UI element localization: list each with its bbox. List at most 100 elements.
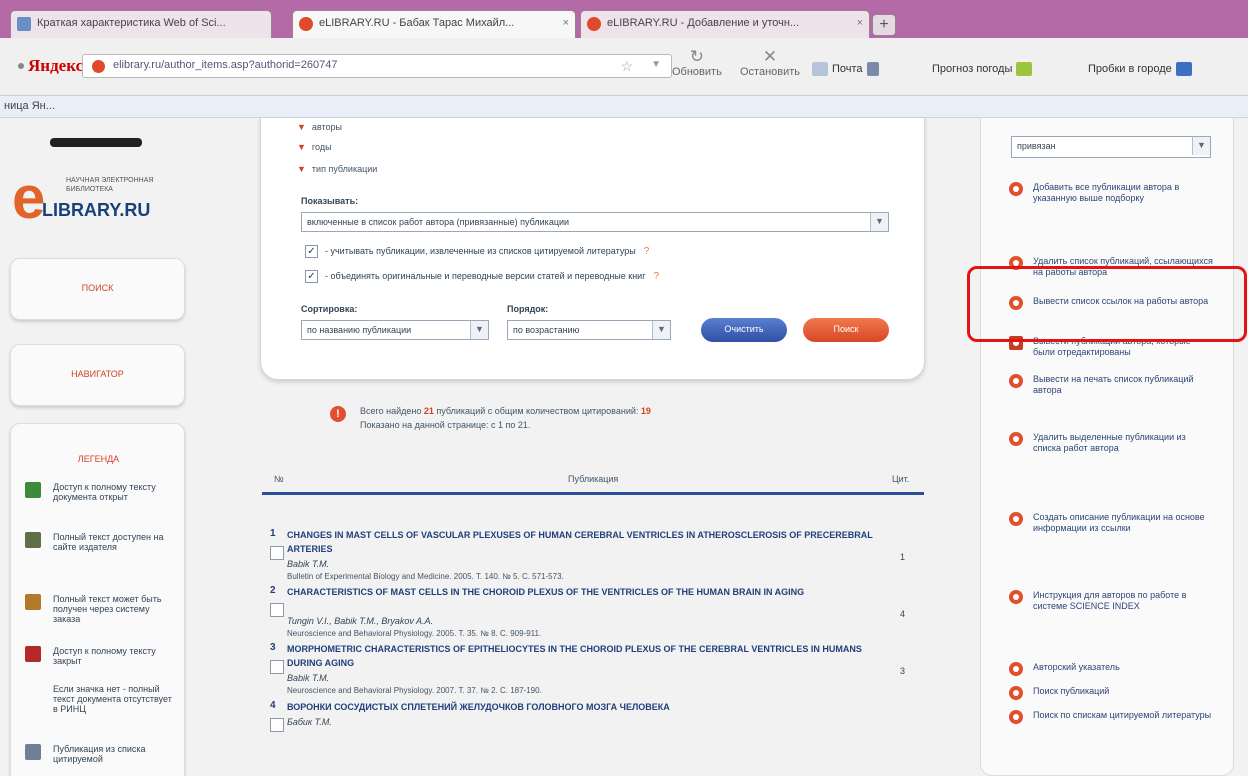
tab-web-of-science[interactable]: Краткая характеристика Web of Sci... [10, 10, 272, 38]
bookmark-item[interactable]: ница Ян... [4, 100, 55, 112]
legend-text: Полный текст доступен на сайте издателя [53, 532, 164, 552]
clear-button[interactable]: Очистить [701, 318, 787, 342]
back-dot-icon[interactable] [18, 63, 24, 69]
navigator-nav-button[interactable]: навигатор [10, 344, 185, 406]
bullet-icon [1009, 590, 1023, 604]
tab-elibrary-author[interactable]: eLIBRARY.RU - Бабак Тарас Михайл... × [292, 10, 576, 38]
legend-text: Полный текст может быть получен через си… [53, 594, 162, 624]
pub-select-checkbox[interactable] [270, 603, 284, 617]
order-select[interactable]: по возрастанию ▼ [507, 320, 671, 340]
tab-label: eLIBRARY.RU - Бабак Тарас Михайл... [319, 17, 515, 29]
pub-title-link[interactable]: ВОРОНКИ СОСУДИСТЫХ СПЛЕТЕНИЙ ЖЕЛУДОЧКОВ … [287, 700, 887, 714]
elibrary-logo[interactable]: e научная электронная библиотека LIBRARY… [12, 164, 192, 231]
help-icon[interactable]: ? [653, 271, 659, 282]
traffic-icon [1175, 62, 1192, 76]
search-nav-label: поиск [81, 283, 114, 293]
open-access-icon [25, 482, 41, 498]
bullet-icon [1009, 432, 1023, 446]
pub-select-checkbox[interactable] [270, 546, 284, 560]
col-citations-header: Цит. [892, 474, 910, 484]
pub-citations[interactable]: 4 [900, 609, 905, 619]
search-button[interactable]: Поиск [803, 318, 889, 342]
mail-link[interactable]: Почта [812, 62, 879, 76]
found-count: 21 [423, 406, 434, 416]
legend-text: Доступ к полному тексту документа открыт [53, 482, 156, 502]
pub-authors: Tungin V.I., Babik T.M., Bryakov A.A. [287, 616, 434, 626]
help-icon[interactable]: ? [644, 246, 650, 257]
web-of-science-favicon-icon [17, 17, 31, 31]
action-label: Удалить выделенные публикации из списка … [1033, 432, 1186, 453]
person-icon [866, 62, 879, 76]
checkbox-text: - учитывать публикации, извлеченные из с… [325, 246, 636, 256]
summary-middle: публикаций с общим количеством цитирован… [436, 406, 639, 416]
bookmark-star-icon[interactable]: ☆ [620, 58, 633, 75]
pub-title-link[interactable]: CHANGES IN MAST CELLS OF VASCULAR PLEXUS… [287, 528, 887, 556]
pub-select-checkbox[interactable] [270, 718, 284, 732]
publisher-site-icon [25, 532, 41, 548]
logo-subtitle: научная электронная библиотека [66, 177, 154, 193]
refresh-button[interactable]: ↻ Обновить [672, 48, 722, 79]
criterion-label: годы [311, 142, 332, 152]
criterion-label: авторы [311, 122, 343, 132]
action-label: Вывести на печать список публикаций авто… [1033, 374, 1194, 395]
show-label: Показывать: [301, 196, 359, 206]
citations-checkbox[interactable]: ✓ [305, 245, 318, 258]
logo-e: e [12, 164, 46, 231]
logo-text: LIBRARY.RU [42, 200, 151, 220]
bound-status-select[interactable]: привязан ▼ [1011, 136, 1211, 158]
order-select-value: по возрастанию [513, 325, 580, 335]
address-bar[interactable]: elibrary.ru/author_items.asp?authorid=26… [82, 54, 672, 78]
site-favicon-icon [92, 60, 105, 73]
url-dropdown-icon[interactable]: ▼ [651, 59, 661, 70]
pub-citations[interactable]: 3 [900, 666, 905, 676]
action-label: Поиск публикаций [1033, 686, 1110, 696]
pub-number: 4 [270, 700, 276, 711]
checkbox-text: - объединять оригинальные и переводные в… [325, 271, 646, 281]
pub-title-link[interactable]: MORPHOMETRIC CHARACTERISTICS OF EPITHELI… [287, 642, 887, 670]
weather-link[interactable]: Прогноз погоды [932, 62, 1033, 76]
stop-button[interactable]: ✕ Остановить [740, 48, 801, 79]
merge-versions-checkbox-label: - объединять оригинальные и переводные в… [325, 271, 659, 282]
actions-panel: привязан ▼ Добавить все публикации автор… [980, 118, 1234, 776]
bullet-icon [1009, 182, 1023, 196]
summary-line-2: Показано на данной странице: с 1 по 21. [360, 420, 531, 430]
header-scrollbar-fragment [50, 138, 142, 147]
search-nav-button[interactable]: поиск [10, 258, 185, 320]
new-tab-button[interactable]: + [872, 14, 896, 36]
close-tab-icon[interactable]: × [857, 17, 863, 29]
filter-panel: ▼ авторы ▼ годы ▼ тип публикации Показывать… [260, 118, 925, 380]
col-num-header: № [274, 474, 284, 484]
table-header: № Публикация Цит. [260, 468, 926, 492]
pub-authors: Бабик Т.М. [287, 717, 332, 727]
pub-select-checkbox[interactable] [270, 660, 284, 674]
pub-citations[interactable]: 1 [900, 552, 905, 562]
sort-select[interactable]: по названию публикации ▼ [301, 320, 489, 340]
order-label: Порядок: [507, 304, 549, 314]
filter-criterion-years[interactable]: ▼ годы [297, 142, 332, 152]
filter-criterion-type[interactable]: ▼ тип публикации [297, 164, 377, 174]
bound-status-value: привязан [1017, 141, 1056, 151]
page-content: e научная электронная библиотека LIBRARY… [0, 118, 1248, 776]
traffic-link[interactable]: Пробки в городе [1088, 62, 1192, 76]
col-publication-header: Публикация [568, 474, 619, 484]
tab-elibrary-add[interactable]: eLIBRARY.RU - Добавление и уточн... × [580, 10, 870, 38]
pub-title-link[interactable]: CHARACTERISTICS OF MAST CELLS IN THE CHO… [287, 585, 887, 599]
browser-tab-bar: Краткая характеристика Web of Sci... eLI… [0, 0, 1248, 38]
chevron-down-icon: ▼ [652, 321, 670, 339]
legend-panel: ЛЕГЕНДА Доступ к полному тексту документ… [10, 423, 185, 776]
action-label: Инструкция для авторов по работе в систе… [1033, 590, 1187, 611]
tab-label: eLIBRARY.RU - Добавление и уточн... [607, 17, 800, 29]
legend-text: Публикация из списка цитируемой [53, 744, 146, 764]
legend-text: Доступ к полному тексту закрыт [53, 646, 156, 666]
stop-label: Остановить [740, 66, 801, 78]
close-tab-icon[interactable]: × [563, 17, 569, 29]
bullet-icon [1009, 686, 1023, 700]
citations-count: 19 [640, 406, 651, 416]
filter-criterion-authors[interactable]: ▼ авторы [297, 122, 342, 132]
pub-authors: Babik T.M. [287, 559, 330, 569]
citations-checkbox-label: - учитывать публикации, извлеченные из с… [325, 246, 649, 257]
yandex-logo[interactable]: Яндекс [28, 56, 83, 76]
show-select[interactable]: включенные в список работ автора (привяз… [301, 212, 889, 232]
merge-versions-checkbox[interactable]: ✓ [305, 270, 318, 283]
refresh-label: Обновить [672, 66, 722, 78]
